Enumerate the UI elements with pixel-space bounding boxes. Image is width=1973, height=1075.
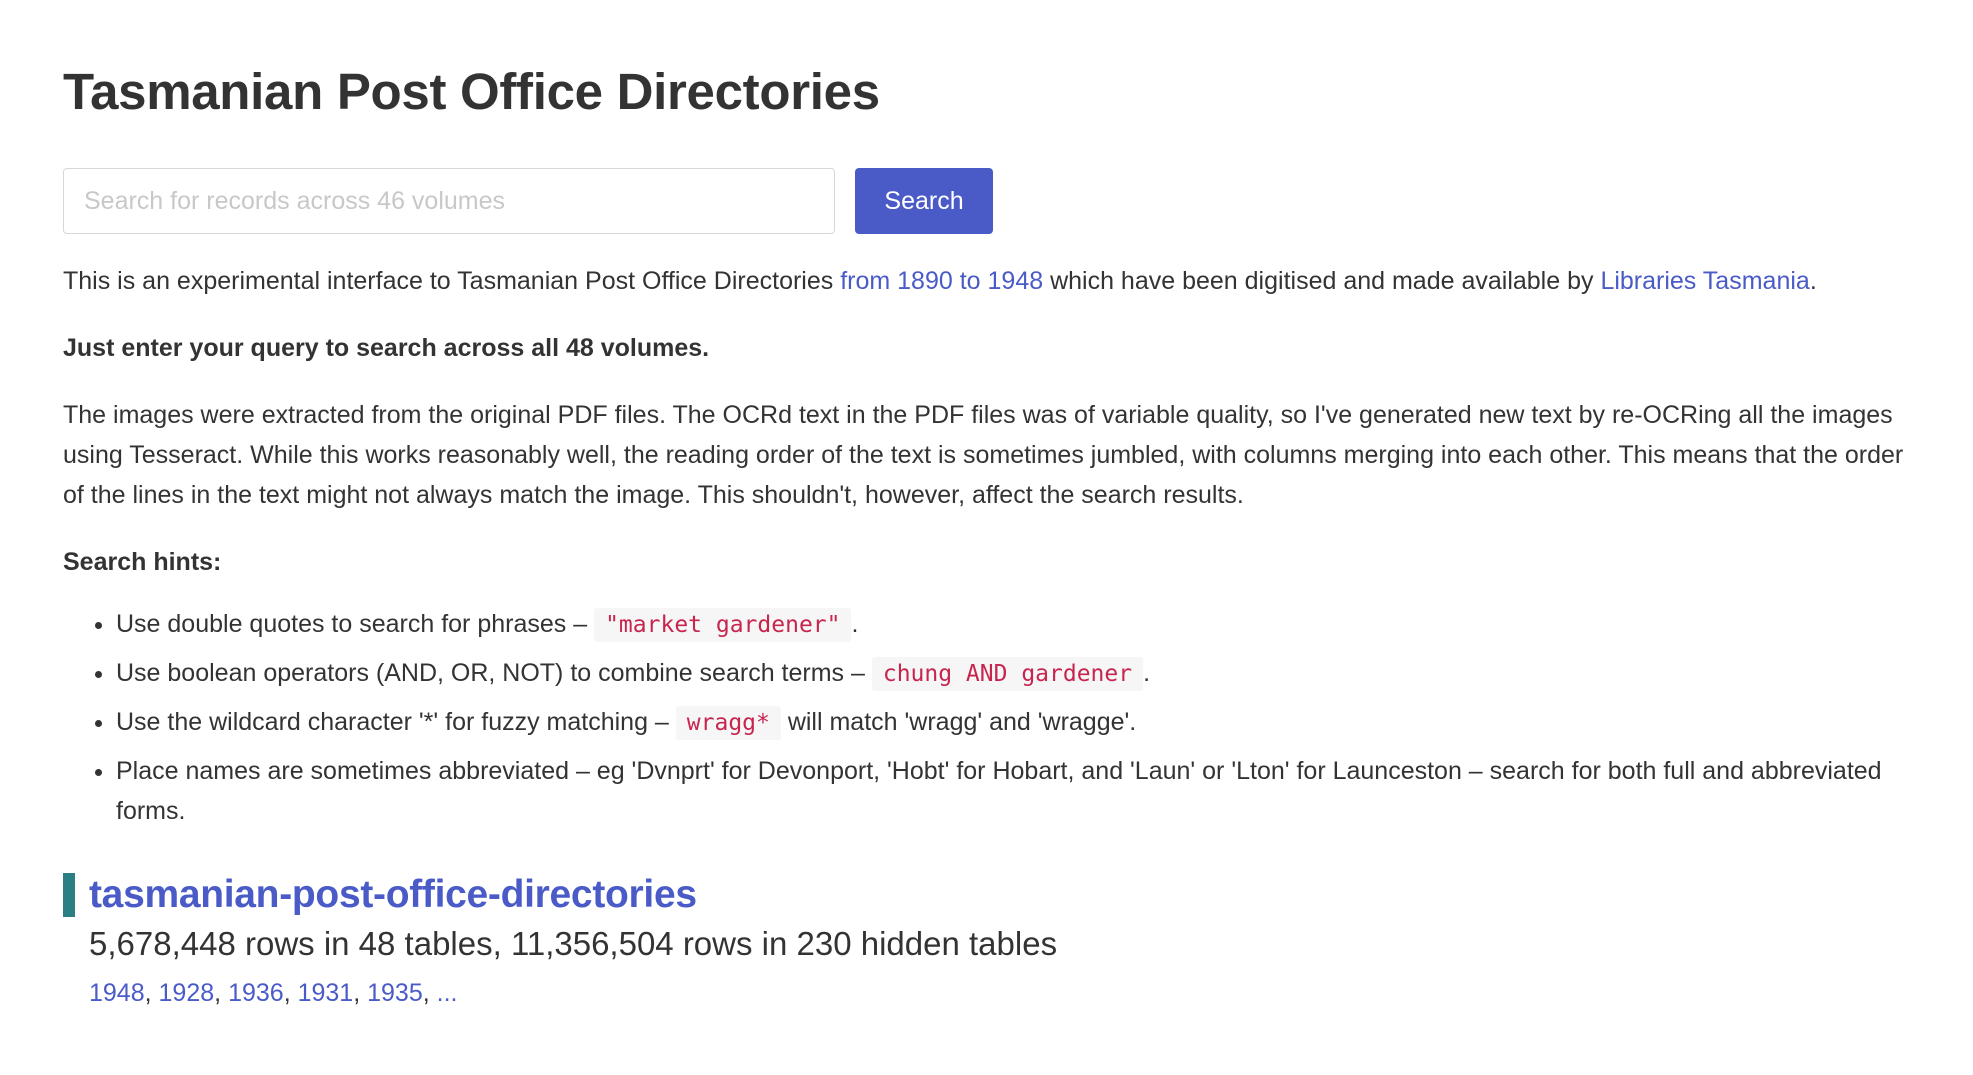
search-instruction: Just enter your query to search across a… <box>63 334 710 362</box>
database-header: tasmanian-post-office-directories <box>63 873 1910 917</box>
database-row-counts: 5,678,448 rows in 48 tables, 11,356,504 … <box>89 925 1058 962</box>
hint-text: Use the wildcard character '*' for fuzzy… <box>116 708 676 736</box>
hints-list: Use double quotes to search for phrases … <box>63 604 1910 831</box>
intro-text-before: This is an experimental interface to Tas… <box>63 267 841 295</box>
search-input[interactable] <box>63 168 835 234</box>
table-link-1928[interactable]: 1928 <box>159 979 215 1007</box>
ocr-paragraph: The images were extracted from the origi… <box>63 401 1904 509</box>
more-tables-link[interactable]: ... <box>437 979 458 1007</box>
hint-text-after: . <box>1143 659 1151 687</box>
hint-text-after: . <box>851 610 859 638</box>
table-link-1935[interactable]: 1935 <box>367 979 423 1007</box>
table-separator: , <box>214 979 229 1007</box>
hint-code: "market gardener" <box>594 608 852 642</box>
table-links: 1948, 1928, 1936, 1931, 1935, ... <box>89 973 1910 1013</box>
database-meta: 5,678,448 rows in 48 tables, 11,356,504 … <box>89 921 1910 1013</box>
hint-item: Use the wildcard character '*' for fuzzy… <box>116 702 1910 743</box>
table-separator: , <box>353 979 368 1007</box>
libraries-tasmania-link[interactable]: Libraries Tasmania <box>1600 267 1809 295</box>
hint-text-after: will match 'wragg' and 'wragge'. <box>780 708 1137 736</box>
intro-text-middle: which have been digitised and made avail… <box>1043 267 1601 295</box>
intro-text-after: . <box>1809 267 1817 295</box>
hint-code: chung AND gardener <box>871 657 1144 691</box>
search-form: Search <box>63 168 1910 234</box>
page: Tasmanian Post Office Directories Search… <box>0 0 1973 1013</box>
table-separator: , <box>283 979 298 1007</box>
table-link-1948[interactable]: 1948 <box>89 979 145 1007</box>
hint-text: Place names are sometimes abbreviated – … <box>116 757 1882 825</box>
table-separator: , <box>422 979 437 1007</box>
intro-paragraph: This is an experimental interface to Tas… <box>63 261 1910 301</box>
date-range-link[interactable]: from 1890 to 1948 <box>840 267 1043 295</box>
table-link-1936[interactable]: 1936 <box>228 979 284 1007</box>
hint-item: Use double quotes to search for phrases … <box>116 604 1910 645</box>
hint-text: Use boolean operators (AND, OR, NOT) to … <box>116 659 872 687</box>
hint-item: Place names are sometimes abbreviated – … <box>116 751 1910 831</box>
table-separator: , <box>144 979 159 1007</box>
hint-code: wragg* <box>675 706 781 740</box>
search-button[interactable]: Search <box>855 168 993 234</box>
table-link-1931[interactable]: 1931 <box>298 979 354 1007</box>
page-title: Tasmanian Post Office Directories <box>63 63 880 120</box>
hint-item: Use boolean operators (AND, OR, NOT) to … <box>116 653 1910 694</box>
hints-title: Search hints: <box>63 548 222 576</box>
hint-text: Use double quotes to search for phrases … <box>116 610 595 638</box>
database-link[interactable]: tasmanian-post-office-directories <box>89 873 697 916</box>
